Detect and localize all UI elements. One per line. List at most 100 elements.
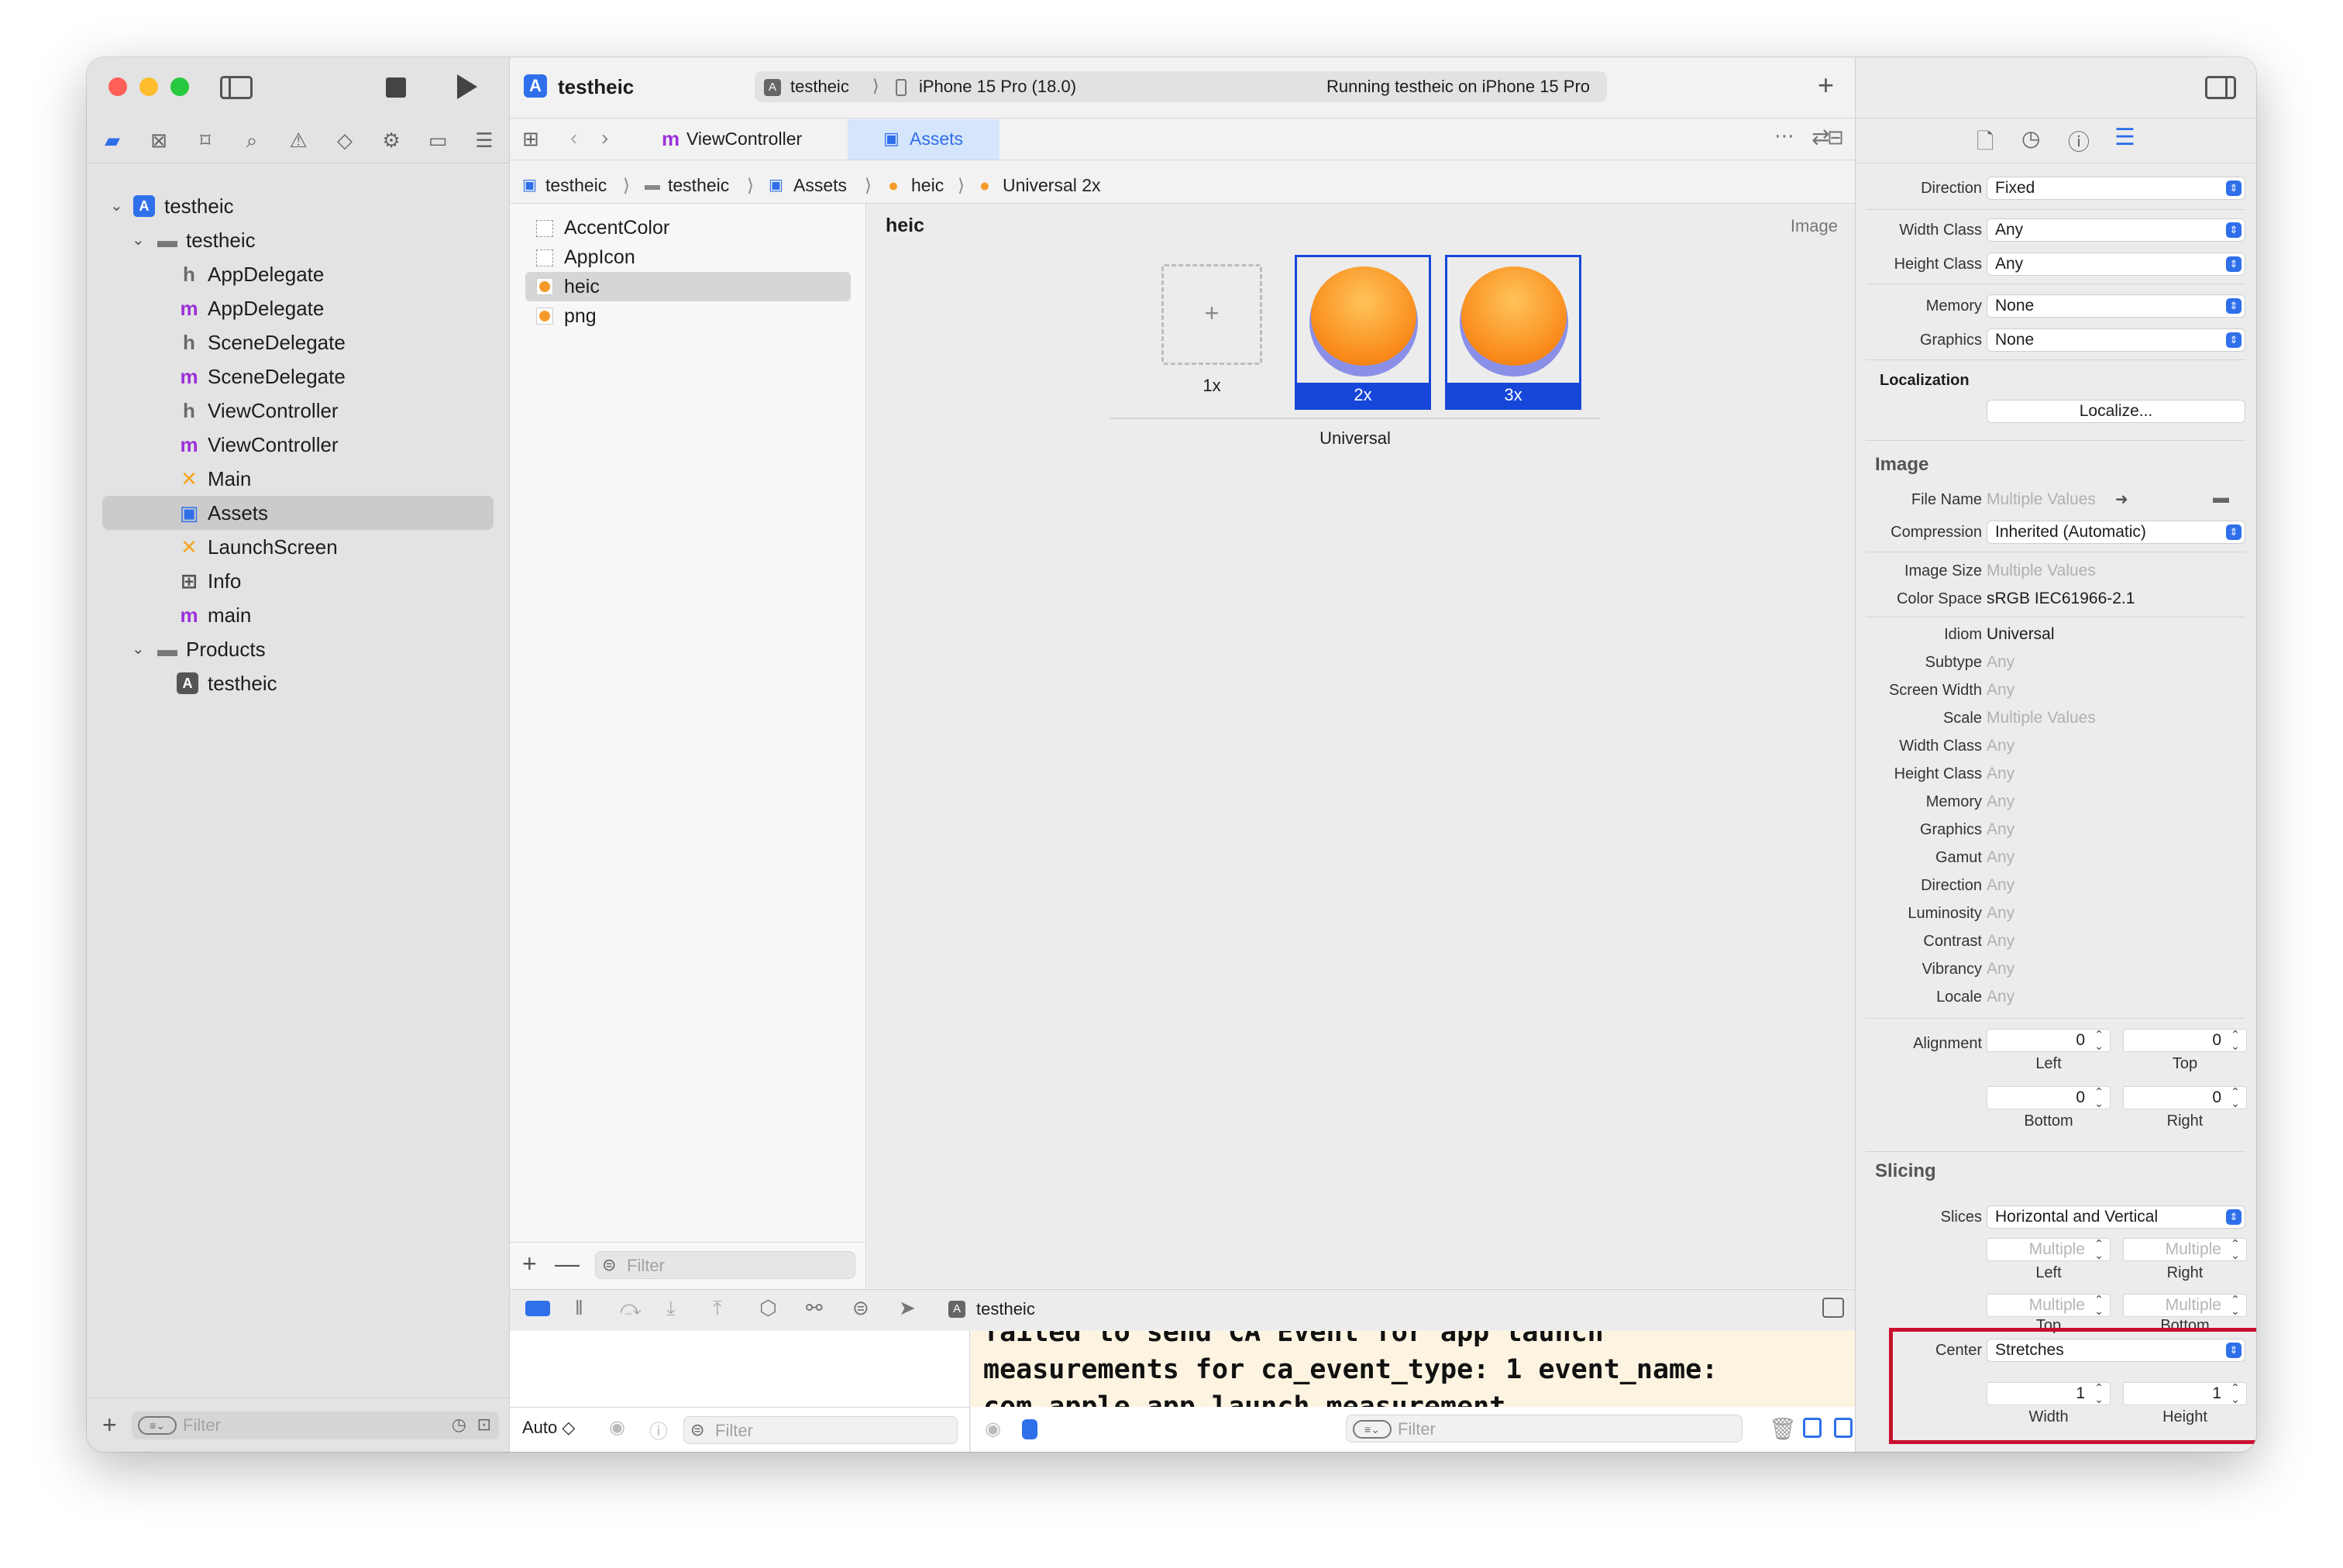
tree-item[interactable]: ▣ Assets xyxy=(102,496,494,530)
add-file-icon[interactable]: + xyxy=(102,1412,117,1437)
tree-item[interactable]: m SceneDelegate xyxy=(102,359,494,394)
add-asset-icon[interactable]: + xyxy=(522,1250,537,1278)
tree-item[interactable]: m AppDelegate xyxy=(102,291,494,325)
localize-button[interactable]: Localize... xyxy=(1987,400,2245,423)
location-icon[interactable]: ➤ xyxy=(899,1296,916,1320)
asset-list-item[interactable]: AppIcon xyxy=(525,242,851,272)
file-inspector-icon[interactable]: 🗋 xyxy=(1977,126,1994,163)
reveal-arrow-icon[interactable]: ➜ xyxy=(2115,488,2128,511)
project-navigator-icon[interactable]: ▰ xyxy=(99,127,126,153)
stepper-icon[interactable]: ⌃ ⌄ xyxy=(2228,1238,2242,1261)
navigator-filter-field[interactable]: ≡⌄ Filter ◷ ⊡ xyxy=(132,1412,499,1439)
test-navigator-icon[interactable]: ◇ xyxy=(332,127,358,153)
compression-popup[interactable]: Inherited (Automatic) ⇕ xyxy=(1987,521,2245,544)
graphics-popup[interactable]: None ⇕ xyxy=(1987,328,2245,352)
bookmark-navigator-icon[interactable]: ⌑ xyxy=(192,127,218,153)
zoom-window-button[interactable] xyxy=(170,77,189,96)
step-into-icon[interactable]: ⤓ xyxy=(666,1296,676,1321)
sidebar-toggle-icon[interactable] xyxy=(220,76,253,99)
breadcrumb-item[interactable]: testheic xyxy=(668,174,729,197)
trash-icon[interactable]: 🗑 xyxy=(1769,1416,1797,1442)
eye-icon[interactable]: ◉ xyxy=(985,1418,1001,1440)
editor-options-icon[interactable]: ⋯ xyxy=(1774,124,1794,148)
debug-navigator-icon[interactable]: ⚙ xyxy=(378,127,404,153)
disclosure-chevron-icon[interactable]: ⌄ xyxy=(110,189,126,223)
find-navigator-icon[interactable]: ⌕ xyxy=(239,127,265,153)
show-variables-icon[interactable] xyxy=(1803,1418,1822,1438)
device-selector[interactable]: iPhone 15 Pro (18.0) xyxy=(919,76,1076,98)
info-icon[interactable]: ⓘ xyxy=(649,1416,668,1443)
tree-item[interactable]: ✕ Main xyxy=(102,462,494,496)
step-out-icon[interactable]: ⤒ xyxy=(713,1296,722,1321)
tree-item[interactable]: h ViewController xyxy=(102,394,494,428)
help-inspector-icon[interactable]: ⓘ xyxy=(2068,126,2090,156)
back-arrow-icon[interactable]: ‹ xyxy=(570,126,577,150)
breadcrumb-item[interactable]: testheic xyxy=(545,174,607,197)
tree-item[interactable]: h AppDelegate xyxy=(102,257,494,291)
asset-list-item[interactable]: AccentColor xyxy=(525,213,851,242)
disclosure-chevron-icon[interactable]: ⌄ xyxy=(132,223,147,257)
tree-item[interactable]: ⌄ ▬ testheic xyxy=(102,223,494,257)
breadcrumb-item[interactable]: Universal 2x xyxy=(1003,174,1101,197)
breakpoint-navigator-icon[interactable]: ▭ xyxy=(425,127,451,153)
stepper-icon[interactable]: ⌃ ⌄ xyxy=(2092,1294,2106,1317)
report-navigator-icon[interactable]: ☰ xyxy=(471,127,497,153)
slices-popup[interactable]: Horizontal and Vertical ⇕ xyxy=(1987,1205,2245,1229)
slot-2x[interactable]: 2x xyxy=(1295,255,1431,410)
step-over-icon[interactable]: ⤼ xyxy=(620,1296,642,1321)
asset-list-item[interactable]: png xyxy=(525,301,851,331)
source-control-navigator-icon[interactable]: ⊠ xyxy=(146,127,172,153)
tree-item[interactable]: h SceneDelegate xyxy=(102,325,494,359)
attributes-inspector-icon[interactable]: ☰ xyxy=(2114,124,2135,151)
memory-popup[interactable]: None ⇕ xyxy=(1987,294,2245,318)
tree-item[interactable]: ⌄ Atestheic xyxy=(102,189,494,223)
remove-asset-icon[interactable]: — xyxy=(555,1250,580,1278)
tree-item[interactable]: ⌄ ▬ Products xyxy=(102,632,494,666)
stop-button[interactable] xyxy=(386,77,406,98)
folder-icon[interactable]: ▬ xyxy=(2213,487,2229,510)
stepper-icon[interactable]: ⌃ ⌄ xyxy=(2092,1238,2106,1261)
console-output[interactable]: failed to send CA Event for app launch me… xyxy=(971,1331,1855,1407)
hide-debug-area-icon[interactable] xyxy=(1822,1298,1844,1318)
stepper-icon[interactable]: ⌃ ⌄ xyxy=(2092,1086,2106,1109)
tree-item[interactable]: m ViewController xyxy=(102,428,494,462)
pause-icon[interactable]: ‖ xyxy=(575,1296,583,1320)
breadcrumb-item[interactable]: Assets xyxy=(793,174,847,197)
recent-files-icon[interactable]: ◷ xyxy=(452,1415,466,1435)
slot-3x[interactable]: 3x xyxy=(1445,255,1581,410)
view-hierarchy-icon[interactable]: ⬡ xyxy=(759,1296,777,1320)
tree-item[interactable]: ⊞ Info xyxy=(102,564,494,598)
tree-item[interactable]: ✕ LaunchScreen xyxy=(102,530,494,564)
console-filter-field[interactable]: ≡⌄ Filter xyxy=(1346,1415,1743,1442)
direction-popup[interactable]: Fixed ⇕ xyxy=(1987,177,2245,200)
inspector-toggle-icon[interactable] xyxy=(2205,76,2236,99)
history-inspector-icon[interactable]: ◷ xyxy=(2021,126,2040,151)
tree-item[interactable]: m main xyxy=(102,598,494,632)
asset-list-item[interactable]: heic xyxy=(525,272,851,301)
width-class-popup[interactable]: Any ⇕ xyxy=(1987,218,2245,242)
scm-filter-icon[interactable]: ⊡ xyxy=(477,1415,491,1435)
run-button[interactable] xyxy=(457,74,477,99)
add-editor-icon[interactable]: ⊟ xyxy=(1827,126,1844,150)
show-console-icon[interactable] xyxy=(1834,1418,1853,1438)
asset-filter-field[interactable]: ⊜ Filter xyxy=(595,1251,855,1279)
stepper-icon[interactable]: ⌃ ⌄ xyxy=(2228,1086,2242,1109)
tree-item[interactable]: Atestheic xyxy=(102,666,494,700)
scheme-selector[interactable]: testheic xyxy=(790,76,849,98)
tab-viewcontroller[interactable]: m ViewController xyxy=(646,119,855,160)
breakpoints-toggle-icon[interactable] xyxy=(525,1301,550,1316)
editor-grid-icon[interactable]: ⊞ xyxy=(522,127,539,151)
variables-scope-popup[interactable]: Auto ◇ xyxy=(522,1418,575,1438)
close-window-button[interactable] xyxy=(108,77,127,96)
stepper-icon[interactable]: ⌃ ⌄ xyxy=(2228,1029,2242,1052)
environment-overrides-icon[interactable]: ⊜ xyxy=(852,1296,869,1320)
forward-arrow-icon[interactable]: › xyxy=(601,126,608,150)
toggle-icon[interactable] xyxy=(1022,1419,1037,1439)
memory-graph-icon[interactable]: ⚯ xyxy=(806,1296,823,1320)
disclosure-chevron-icon[interactable]: ⌄ xyxy=(132,632,147,666)
slot-1x[interactable]: + xyxy=(1161,264,1262,365)
height-class-popup[interactable]: Any ⇕ xyxy=(1987,253,2245,276)
eye-icon[interactable]: ◉ xyxy=(609,1416,625,1439)
issue-navigator-icon[interactable]: ⚠ xyxy=(285,127,311,153)
minimize-window-button[interactable] xyxy=(139,77,158,96)
